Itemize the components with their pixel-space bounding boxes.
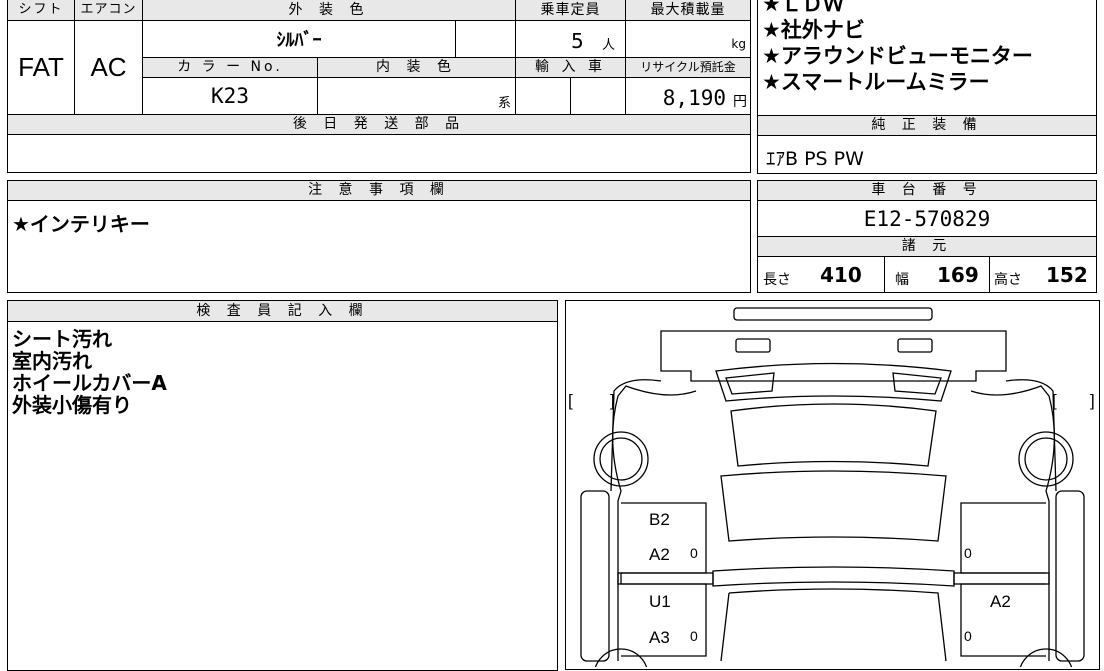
max-load-cell: kg: [625, 20, 751, 58]
inspector-note: ホイールカバーA: [12, 371, 167, 395]
mark-left-top-1: B2: [649, 510, 670, 529]
mark-left-top-zero: 0: [690, 545, 698, 561]
spec-height-value: 152: [1046, 263, 1088, 287]
spec-width-value: 169: [937, 263, 979, 287]
mark-left-top-2: A2: [649, 545, 670, 564]
spec-length-label: 長さ: [763, 272, 791, 288]
aircon-value: AC: [74, 20, 143, 115]
import-label: 輸 入 車: [515, 57, 626, 78]
capacity-value: 5: [571, 29, 584, 53]
color-no-label: カ ラ ー No.: [142, 57, 318, 78]
svg-text:]: ]: [1090, 391, 1095, 410]
svg-text:[: [: [1052, 391, 1057, 410]
option-item: ★アラウンドビューモニター: [762, 44, 1033, 68]
inspector-note: 外装小傷有り: [12, 393, 132, 417]
recycle-unit: 円: [733, 94, 747, 110]
recycle-cell: 8,190 円: [625, 77, 751, 115]
capacity-label: 乗車定員: [515, 0, 626, 21]
option-item: ★スマートルームミラー: [762, 70, 990, 94]
option-item: ★ＬＤＷ: [762, 0, 844, 16]
capacity-unit: 人: [602, 38, 616, 53]
inspector-note: 室内汚れ: [12, 349, 92, 373]
mark-left-bot-zero: 0: [690, 628, 698, 644]
svg-text:]: ]: [610, 391, 615, 410]
inspector-label: 検 査 員 記 入 欄: [7, 300, 558, 322]
inspector-notes: シート汚れ 室内汚れ ホイールカバーA 外装小傷有り: [7, 321, 558, 671]
shift-label: シフト: [7, 0, 75, 21]
inspector-note: シート汚れ: [12, 327, 112, 351]
spec-height: 高さ 152: [989, 256, 1097, 293]
mark-left-bot-1: U1: [649, 592, 671, 611]
caution-label: 注 意 事 項 欄: [7, 180, 751, 201]
interior-color-label: 内 装 色: [317, 57, 516, 78]
later-parts-value: [7, 134, 751, 173]
exterior-color-extra: [455, 20, 516, 58]
max-load-label: 最大積載量: [625, 0, 751, 21]
caution-value: ★インテリキー: [7, 200, 751, 293]
later-parts-label: 後 日 発 送 部 品: [7, 114, 751, 135]
color-no-value: K23: [142, 77, 318, 115]
mark-right-bot-1: A2: [990, 592, 1011, 611]
shift-value: FAT: [7, 20, 75, 115]
genuine-label: 純 正 装 備: [757, 115, 1097, 136]
spec-height-label: 高さ: [994, 272, 1022, 288]
import-cell-b: [570, 77, 626, 115]
import-cell-a: [515, 77, 571, 115]
genuine-value: ｴｱB PS PW: [757, 135, 1097, 174]
recycle-label: リサイクル預託金: [625, 57, 751, 78]
recycle-fee: 8,190: [662, 86, 726, 110]
mark-right-top-zero: 0: [964, 545, 972, 561]
capacity-cell: 5 人: [515, 20, 626, 58]
options-list: ★ＬＤＷ ★社外ナビ ★アラウンドビューモニター ★スマートルームミラー: [762, 0, 1033, 95]
mark-left-bot-2: A3: [649, 628, 670, 647]
specs-label: 諸 元: [757, 236, 1097, 257]
exterior-color-label: 外 装 色: [142, 0, 516, 21]
load-unit: kg: [731, 37, 746, 51]
chassis-label: 車 台 番 号: [757, 180, 1097, 201]
spec-length-value: 410: [820, 263, 862, 287]
options-box: ★ＬＤＷ ★社外ナビ ★アラウンドビューモニター ★スマートルームミラー: [757, 0, 1097, 116]
chassis-value: E12-570829: [757, 200, 1097, 237]
interior-suffix: 系: [497, 96, 511, 111]
car-diagram-box: [ ] [ ] B2 A2 0 U1 A3 0 0 A2 0: [565, 300, 1100, 670]
interior-color-cell: 系: [317, 77, 516, 115]
vehicle-info-table: シフト エアコン 外 装 色 乗車定員 最大積載量 FAT AC ｼﾙﾊﾞｰ 5…: [7, 0, 751, 173]
spec-length: 長さ 410: [757, 256, 885, 293]
aircon-label: エアコン: [74, 0, 143, 21]
option-item: ★社外ナビ: [762, 18, 865, 42]
car-diagram: [ ] [ ] B2 A2 0 U1 A3 0 0 A2 0: [568, 307, 1095, 667]
spec-width-label: 幅: [895, 272, 909, 288]
exterior-color-value: ｼﾙﾊﾞｰ: [142, 20, 456, 58]
mark-right-bot-zero: 0: [964, 628, 972, 644]
spec-width: 幅 169: [884, 256, 990, 293]
svg-text:[: [: [568, 391, 573, 410]
